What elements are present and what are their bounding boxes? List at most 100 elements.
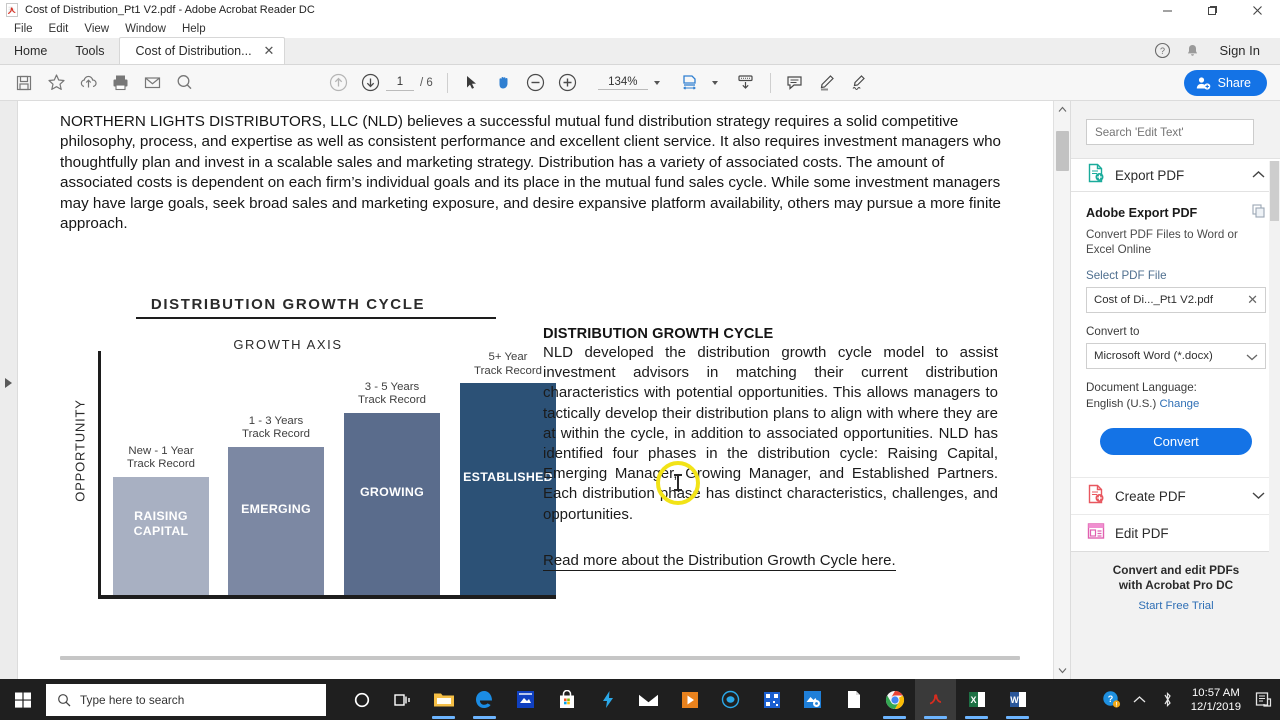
clear-file-icon[interactable]: ✕ [1247, 292, 1258, 308]
previous-page-icon[interactable] [322, 68, 354, 98]
hand-tool-icon[interactable] [488, 68, 520, 98]
menu-window[interactable]: Window [117, 21, 174, 37]
selected-pdf-file-field[interactable]: Cost of Di..._Pt1 V2.pdf ✕ [1086, 287, 1266, 313]
taskbar-active-underline-chrome [883, 716, 906, 719]
chevron-up-icon[interactable] [1252, 166, 1265, 184]
microsoft-word-icon[interactable]: W [997, 679, 1038, 720]
scanner-app-icon[interactable] [505, 679, 546, 720]
qr-app-icon[interactable] [751, 679, 792, 720]
zoom-out-icon[interactable] [520, 68, 552, 98]
acrobat-reader-taskbar-icon[interactable] [915, 679, 956, 720]
chart-bar-annotation-3: 5+ Year Track Record [474, 351, 542, 377]
right-panel-scrollbar[interactable] [1269, 161, 1280, 681]
scroll-mode-icon[interactable] [730, 68, 762, 98]
highlight-icon[interactable] [811, 68, 843, 98]
right-panel-content: Export PDF Adobe Export PDF Convert PDF … [1071, 101, 1280, 618]
toolbar-file-group [8, 68, 200, 98]
tab-tools[interactable]: Tools [61, 37, 118, 64]
svg-text:?: ? [1160, 46, 1165, 56]
minimize-button[interactable] [1145, 0, 1190, 20]
scan-settings-app-icon[interactable] [792, 679, 833, 720]
email-icon[interactable] [136, 68, 168, 98]
edit-pdf-row[interactable]: Edit PDF [1071, 514, 1280, 551]
share-button[interactable]: Share [1183, 69, 1267, 96]
document-scrollbar[interactable] [1053, 101, 1070, 679]
right-panel-scroll-thumb[interactable] [1270, 161, 1279, 221]
create-pdf-row[interactable]: Create PDF [1071, 477, 1280, 514]
menu-edit[interactable]: Edit [41, 21, 77, 37]
menu-file[interactable]: File [6, 21, 41, 37]
scroll-down-arrow-icon[interactable] [1054, 662, 1071, 679]
zoom-in-icon[interactable] [552, 68, 584, 98]
sign-icon[interactable] [843, 68, 875, 98]
tools-search-input[interactable] [1086, 119, 1254, 145]
chart-y-axis-label: OPPORTUNITY [72, 399, 88, 502]
start-button[interactable] [0, 679, 46, 720]
copy-icon[interactable] [1252, 204, 1266, 221]
close-tab-icon[interactable]: ✕ [264, 43, 275, 59]
start-free-trial-link[interactable]: Start Free Trial [1071, 600, 1280, 612]
chart-title-rule [136, 317, 496, 319]
zoom-level-value[interactable]: 134% [597, 76, 648, 90]
expand-left-panel-icon[interactable] [5, 378, 12, 388]
search-icon[interactable] [168, 68, 200, 98]
read-more-link[interactable]: Read more about the Distribution Growth … [543, 552, 896, 571]
share-label: Share [1217, 75, 1251, 90]
lightning-app-icon[interactable] [587, 679, 628, 720]
change-language-link[interactable]: Change [1159, 398, 1199, 410]
edit-pdf-label: Edit PDF [1115, 525, 1169, 541]
media-player-icon[interactable] [669, 679, 710, 720]
chart-bar-2: GROWING [344, 413, 440, 595]
microsoft-excel-icon[interactable]: X [956, 679, 997, 720]
comment-icon[interactable] [779, 68, 811, 98]
bluetooth-tray-icon[interactable] [1154, 679, 1182, 720]
taskbar-search-box[interactable]: Type here to search [46, 683, 326, 716]
save-icon[interactable] [8, 68, 40, 98]
edit-pdf-icon [1086, 521, 1106, 546]
menu-view[interactable]: View [76, 21, 117, 37]
page-number-input[interactable] [386, 74, 414, 91]
convert-button[interactable]: Convert [1100, 428, 1252, 455]
convert-to-select[interactable]: Microsoft Word (*.docx) [1086, 343, 1266, 369]
tab-document[interactable]: Cost of Distribution... ✕ [118, 37, 286, 64]
action-center-icon[interactable] [1250, 679, 1276, 720]
taskbar-clock[interactable]: 10:57 AM 12/1/2019 [1182, 686, 1250, 714]
star-bookmark-icon[interactable] [40, 68, 72, 98]
section-body: NLD developed the distribution growth cy… [543, 344, 998, 523]
scrollbar-thumb[interactable] [1056, 131, 1069, 171]
show-hidden-icons-chevron-icon[interactable] [1126, 679, 1154, 720]
maximize-restore-button[interactable] [1190, 0, 1235, 20]
help-support-tray-icon[interactable]: ? ! [1098, 679, 1126, 720]
notification-bell-icon[interactable] [1178, 37, 1208, 64]
google-chrome-icon[interactable] [874, 679, 915, 720]
zoom-dropdown-chevron-icon[interactable] [653, 80, 660, 85]
main-toolbar: / 6 [0, 65, 1280, 101]
chevron-down-icon-create[interactable] [1252, 487, 1265, 505]
page-separator [60, 656, 1020, 660]
menu-help[interactable]: Help [174, 21, 214, 37]
print-icon[interactable] [104, 68, 136, 98]
task-view-icon[interactable] [382, 679, 423, 720]
fit-dropdown-chevron-icon[interactable] [711, 80, 718, 85]
document-app-icon[interactable] [833, 679, 874, 720]
close-button[interactable] [1235, 0, 1280, 20]
title-bar: Cost of Distribution_Pt1 V2.pdf - Adobe … [0, 0, 1280, 20]
select-cursor-icon[interactable] [456, 68, 488, 98]
tab-home[interactable]: Home [0, 37, 61, 64]
cortana-icon[interactable] [341, 679, 382, 720]
microsoft-edge-icon[interactable] [464, 679, 505, 720]
sign-in-button[interactable]: Sign In [1208, 43, 1272, 58]
svg-text:!: ! [1116, 702, 1118, 708]
upload-cloud-icon[interactable] [72, 68, 104, 98]
adobe-export-pdf-title-text: Adobe Export PDF [1086, 205, 1198, 220]
help-icon[interactable]: ? [1148, 37, 1178, 64]
export-pdf-section-header[interactable]: Export PDF [1071, 158, 1280, 192]
microsoft-store-icon[interactable] [546, 679, 587, 720]
fit-width-icon[interactable] [674, 68, 706, 98]
recorder-app-icon[interactable] [710, 679, 751, 720]
scroll-up-arrow-icon[interactable] [1054, 101, 1071, 118]
file-explorer-icon[interactable] [423, 679, 464, 720]
mail-app-icon[interactable] [628, 679, 669, 720]
chevron-down-icon[interactable] [1246, 349, 1258, 364]
next-page-icon[interactable] [354, 68, 386, 98]
